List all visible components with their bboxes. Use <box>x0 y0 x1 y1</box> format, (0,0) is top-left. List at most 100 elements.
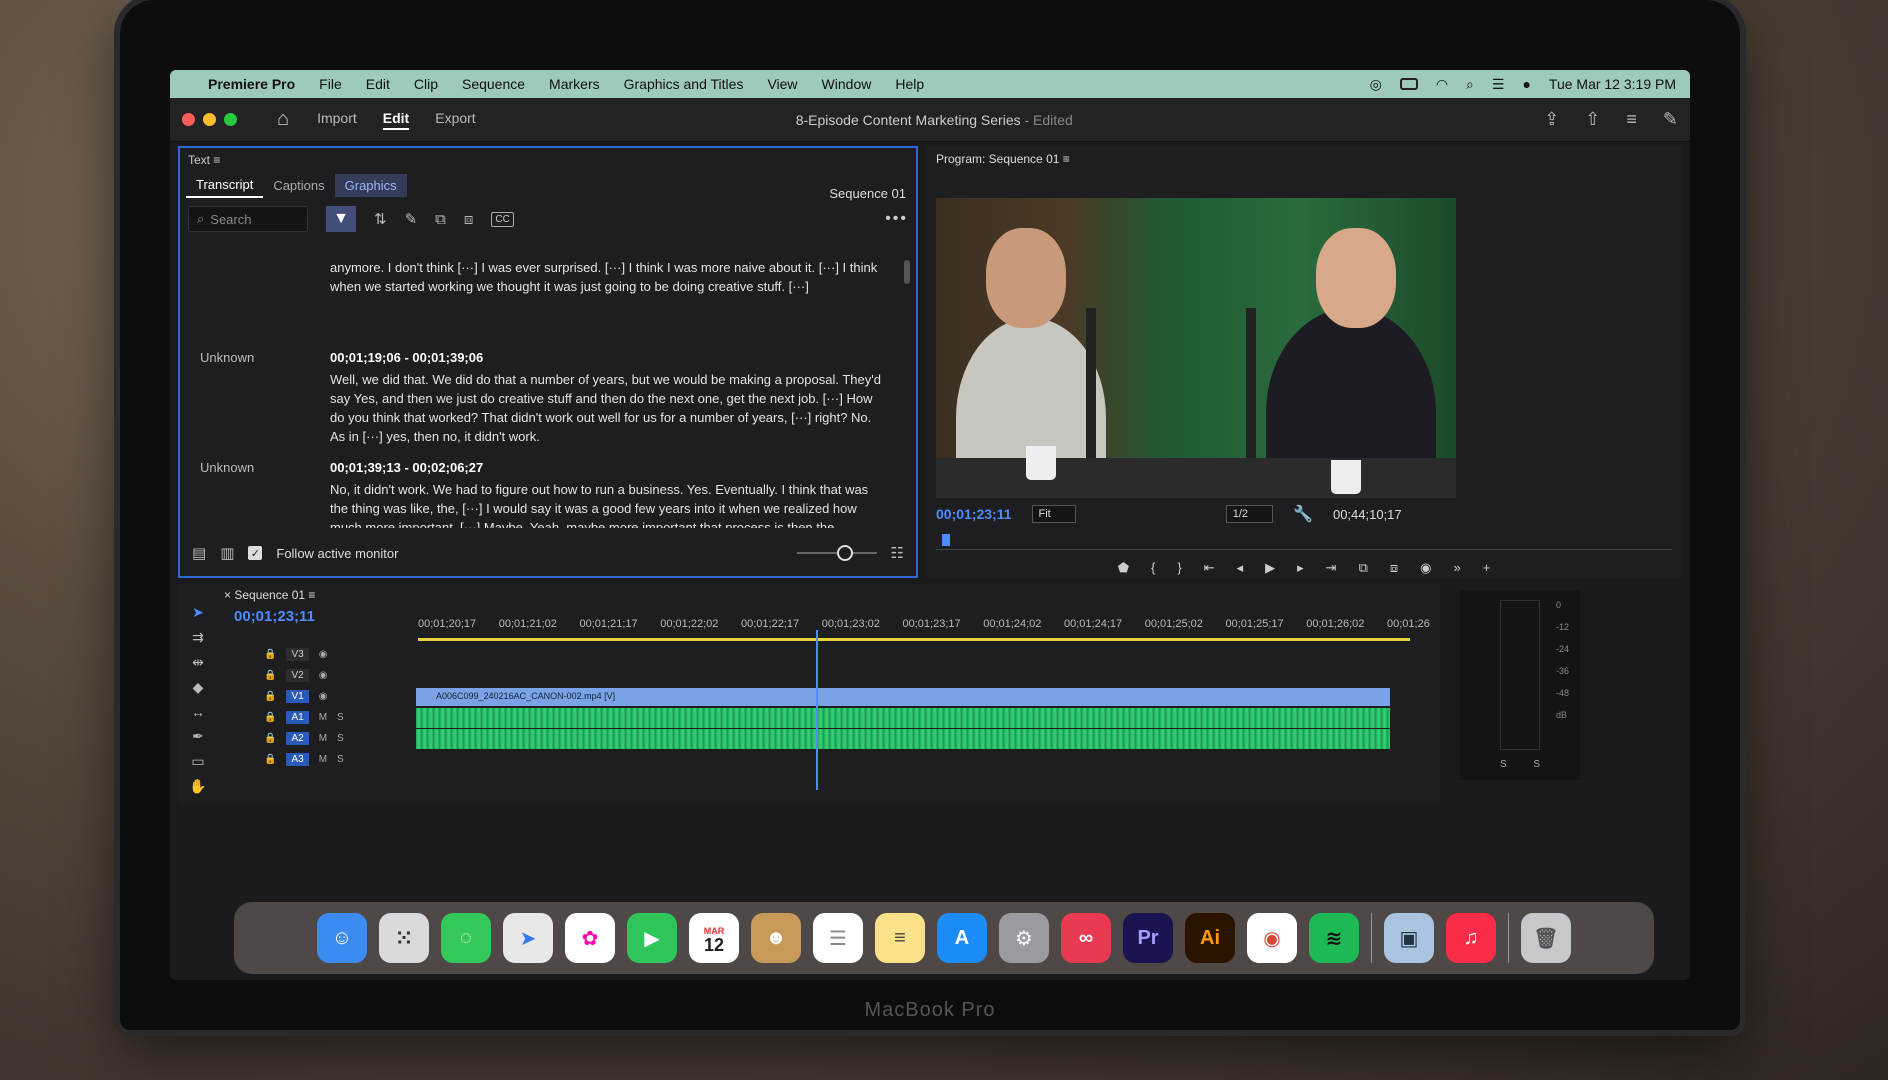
overwrite-icon[interactable]: ⧈ <box>464 211 474 228</box>
text-size-slider[interactable] <box>796 545 877 561</box>
track-label-a3[interactable]: A3 <box>286 753 309 766</box>
razor-icon[interactable]: ◆ <box>193 679 204 696</box>
menu-window[interactable]: Window <box>822 76 872 92</box>
track-label-v3[interactable]: V3 <box>286 648 309 661</box>
menu-app-name[interactable]: Premiere Pro <box>208 76 295 92</box>
close-tab-icon[interactable]: × <box>224 588 234 602</box>
panel-menu-icon[interactable]: ≡ <box>213 153 220 167</box>
settings-sliders-icon[interactable]: ☷ <box>891 544 904 562</box>
button-editor-icon[interactable]: + <box>1483 560 1491 576</box>
calendar-icon[interactable]: MAR 12 <box>689 913 739 963</box>
menu-sequence[interactable]: Sequence <box>462 76 525 92</box>
slip-icon[interactable]: ↔ <box>191 704 205 720</box>
menu-view[interactable]: View <box>767 76 797 92</box>
split-view-icon[interactable]: ▥ <box>220 544 234 562</box>
wifi-icon[interactable]: ◠ <box>1436 76 1448 93</box>
sequence-menu-icon[interactable]: ≡ <box>308 588 315 602</box>
work-area-bar[interactable] <box>418 638 1410 641</box>
program-menu-icon[interactable]: ≡ <box>1063 152 1070 166</box>
transcript-search-input[interactable]: ⌕ Search <box>188 206 308 232</box>
selection-tool-icon[interactable]: ➤ <box>192 604 204 621</box>
video-preview[interactable] <box>936 198 1456 498</box>
align-icon[interactable]: ⇅ <box>374 210 387 228</box>
pencil-icon[interactable]: ✎ <box>405 210 418 228</box>
finder-icon[interactable]: ☺ <box>317 913 367 963</box>
app-store-icon[interactable]: A <box>937 913 987 963</box>
track-label-a2[interactable]: A2 <box>286 732 309 745</box>
track-select-icon[interactable]: ⇉ <box>192 629 204 646</box>
entry-text[interactable]: Well, we did that. We did do that a numb… <box>330 370 886 446</box>
meter-solo-right[interactable]: S <box>1533 759 1540 770</box>
photos-icon[interactable]: ✿ <box>565 913 615 963</box>
go-to-out-icon[interactable]: ⇥ <box>1326 560 1337 576</box>
extract-icon[interactable]: ⧈ <box>1390 560 1398 576</box>
track-label-v2[interactable]: V2 <box>286 669 309 682</box>
battery-icon[interactable] <box>1399 78 1418 90</box>
menu-help[interactable]: Help <box>895 76 924 92</box>
more-buttons-icon[interactable]: » <box>1453 560 1460 576</box>
mute-icon[interactable]: M <box>319 712 327 723</box>
home-icon[interactable]: ⌂ <box>277 108 289 131</box>
mark-in-icon[interactable]: { <box>1151 560 1155 576</box>
wrench-icon[interactable]: 🔧 <box>1293 504 1313 524</box>
list-view-icon[interactable]: ▤ <box>192 544 206 562</box>
play-icon[interactable]: ▶ <box>1265 560 1275 576</box>
timeline-timecode[interactable]: 00;01;23;11 <box>234 608 315 625</box>
menu-markers[interactable]: Markers <box>549 76 600 92</box>
menubar-clock[interactable]: Tue Mar 12 3:19 PM <box>1549 76 1676 92</box>
zoom-window-button[interactable] <box>224 113 237 126</box>
messages-icon[interactable]: ◌ <box>441 913 491 963</box>
more-options-icon[interactable]: ••• <box>885 210 908 228</box>
workspaces-menu-icon[interactable]: ≡ <box>1626 109 1637 130</box>
mute-icon[interactable]: M <box>319 754 327 765</box>
notifications-icon[interactable]: ✎ <box>1663 109 1678 130</box>
meter-solo-left[interactable]: S <box>1500 759 1507 770</box>
filter-icon[interactable]: ▼ <box>326 206 356 232</box>
spotify-icon[interactable]: ≋ <box>1309 913 1359 963</box>
tab-edit[interactable]: Edit <box>382 110 410 130</box>
facetime-icon[interactable]: ▶ <box>627 913 677 963</box>
mark-out-icon[interactable]: } <box>1177 560 1181 576</box>
video-clip[interactable]: A006C099_240216AC_CANON-002.mp4 [V] <box>416 688 1390 706</box>
minimize-window-button[interactable] <box>203 113 216 126</box>
hand-icon[interactable]: ✋ <box>189 778 206 795</box>
menu-file[interactable]: File <box>319 76 342 92</box>
playback-resolution-select[interactable]: 1/2 <box>1225 505 1274 523</box>
reminders-icon[interactable]: ☰ <box>813 913 863 963</box>
rectangle-icon[interactable]: ▭ <box>191 753 204 770</box>
illustrator-icon[interactable]: Ai <box>1185 913 1235 963</box>
mute-icon[interactable]: M <box>319 733 327 744</box>
insert-icon[interactable]: ⧉ <box>435 211 446 228</box>
track-label-v1[interactable]: V1 <box>286 690 309 703</box>
tab-captions[interactable]: Captions <box>263 174 334 197</box>
lock-icon[interactable]: 🔒 <box>264 649 276 660</box>
pen-icon[interactable]: ✒ <box>192 728 204 745</box>
timeline-playhead[interactable] <box>816 630 818 790</box>
lock-icon[interactable]: 🔒 <box>264 733 276 744</box>
lock-icon[interactable]: 🔒 <box>264 712 276 723</box>
audio-clip[interactable] <box>416 729 1390 749</box>
solo-icon[interactable]: S <box>337 754 344 765</box>
captions-icon[interactable]: CC <box>491 211 514 227</box>
tab-transcript[interactable]: Transcript <box>186 173 264 198</box>
program-playhead[interactable] <box>942 534 950 546</box>
audio-clip[interactable] <box>416 708 1390 728</box>
timeline-ruler[interactable]: 00;01;20;17 00;01;21;02 00;01;21;17 00;0… <box>418 618 1430 636</box>
tab-export[interactable]: Export <box>435 110 475 130</box>
export-frame-icon[interactable]: ◉ <box>1420 560 1431 576</box>
ripple-edit-icon[interactable]: ⇹ <box>192 654 204 671</box>
speaker-label[interactable]: Unknown <box>200 350 254 365</box>
control-center-icon[interactable]: ☰ <box>1492 76 1505 93</box>
creative-cloud-dock-icon[interactable]: ∞ <box>1061 913 1111 963</box>
siri-icon[interactable]: ● <box>1522 76 1530 92</box>
track-label-a1[interactable]: A1 <box>286 711 309 724</box>
tab-graphics[interactable]: Graphics <box>334 173 407 197</box>
eye-icon[interactable]: ◉ <box>319 691 328 702</box>
tab-import[interactable]: Import <box>317 110 357 130</box>
menu-graphics-and-titles[interactable]: Graphics and Titles <box>624 76 744 92</box>
eye-icon[interactable]: ◉ <box>319 649 328 660</box>
solo-icon[interactable]: S <box>337 712 344 723</box>
notes-icon[interactable]: ≡ <box>875 913 925 963</box>
zoom-level-select[interactable]: Fit <box>1031 505 1076 523</box>
trash-icon[interactable]: 🗑 <box>1521 913 1571 963</box>
